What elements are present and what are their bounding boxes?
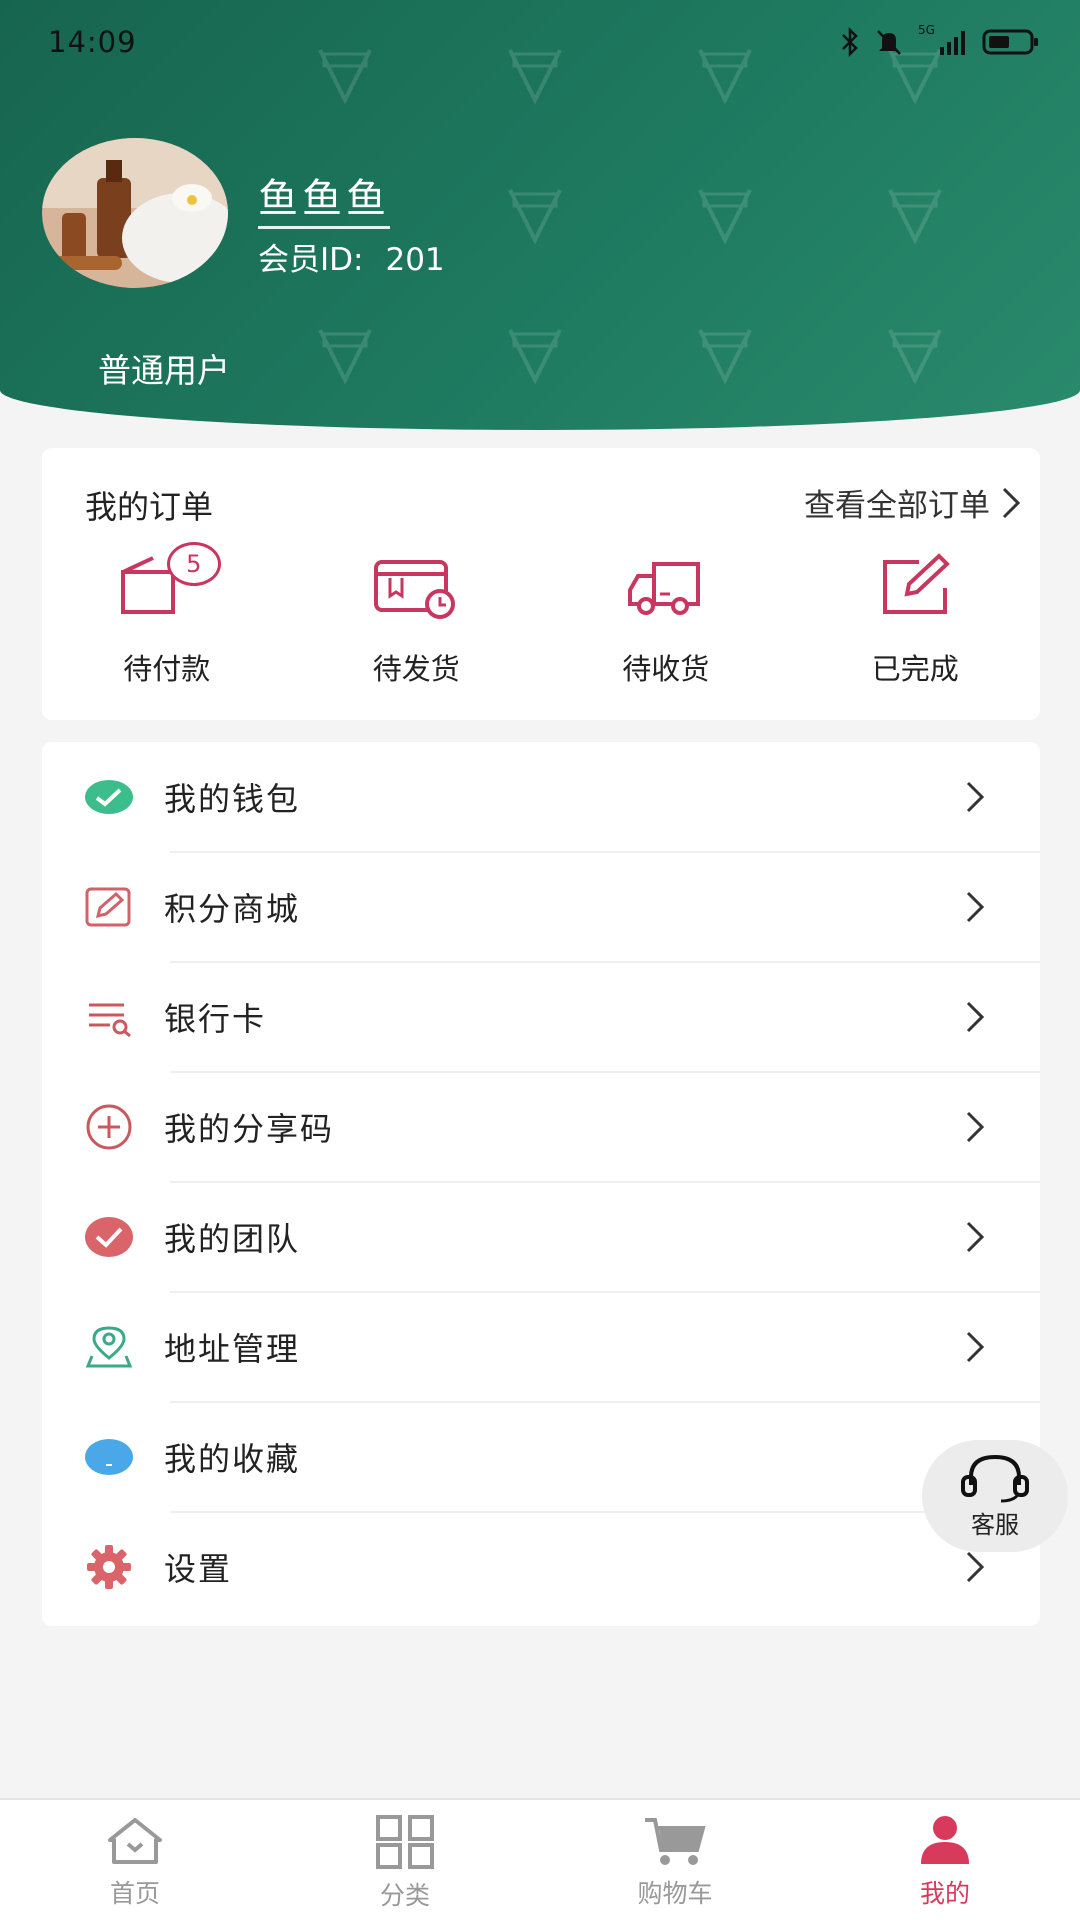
list-search-icon: [89, 1003, 131, 1037]
order-pending-receipt-label: 待收货: [622, 652, 710, 686]
order-pending-receipt[interactable]: 待收货: [541, 548, 791, 688]
pending-payment-badge: 5: [166, 542, 221, 586]
menu-item-label: 设置: [164, 1550, 233, 1588]
chevron-right-icon: [966, 1551, 985, 1583]
menu-item-label: 我的分享码: [164, 1110, 335, 1148]
orders-card: 我的订单 查看全部订单 5 待付款 待发货 待收货 已完成: [42, 448, 1040, 720]
tab-label: 我的: [919, 1879, 970, 1908]
order-completed-label: 已完成: [871, 652, 959, 686]
package-clock-icon: [374, 560, 456, 619]
grid-icon: [376, 1815, 434, 1869]
menu-item-settings[interactable]: 设置: [42, 1512, 1040, 1622]
menu-item-label: 地址管理: [164, 1330, 301, 1368]
member-id-label: 会员ID:: [258, 242, 364, 278]
chevron-right-icon: [966, 1221, 985, 1253]
member-id-row: 会员ID: 201: [258, 234, 445, 279]
headset-icon: [961, 1454, 1029, 1502]
order-pending-shipment[interactable]: 待发货: [292, 548, 542, 688]
person-icon: [921, 1816, 969, 1864]
menu-item-points-mall[interactable]: 积分商城: [42, 852, 1040, 962]
wallet-green-icon: [85, 780, 133, 814]
tab-home[interactable]: 首页: [0, 1800, 270, 1922]
battery-icon: [982, 29, 1038, 55]
menu-item-wallet[interactable]: 我的钱包: [42, 742, 1040, 852]
status-bar: 14:09 5G: [48, 22, 1040, 62]
plus-circle-icon: [86, 1104, 132, 1150]
chevron-right-icon: [1002, 487, 1021, 518]
menu-item-label: 银行卡: [164, 1000, 267, 1038]
bluetooth-icon: [842, 27, 858, 57]
tab-label: 购物车: [637, 1879, 713, 1908]
watermark-logo-icon: [508, 329, 562, 385]
watermark-logo-icon: [508, 189, 562, 245]
chevron-right-icon: [966, 891, 985, 923]
home-icon: [108, 1818, 162, 1864]
menu-item-favorites[interactable]: 我的收藏: [42, 1402, 1040, 1512]
avatar[interactable]: [42, 138, 228, 288]
pencil-square-icon: [85, 887, 131, 927]
watermark-logo-icon: [888, 329, 942, 385]
favorite-blob-icon: [85, 1439, 133, 1475]
watermark-logo-icon: [698, 329, 752, 385]
view-all-orders-label: 查看全部订单: [804, 488, 990, 524]
tab-mine[interactable]: 我的: [810, 1800, 1080, 1922]
mute-bell-icon: [877, 30, 901, 55]
cart-icon: [645, 1818, 706, 1865]
menu-item-bank-card[interactable]: 银行卡: [42, 962, 1040, 1072]
order-pending-shipment-label: 待发货: [372, 652, 460, 686]
watermark-logo-icon: [318, 329, 372, 385]
bottom-nav: 首页 分类 购物车 我的: [0, 1798, 1080, 1922]
member-id-value: 201: [385, 242, 445, 278]
chevron-right-icon: [966, 1001, 985, 1033]
customer-service-label: 客服: [971, 1510, 1019, 1539]
tab-label: 分类: [379, 1881, 430, 1910]
chevron-right-icon: [966, 1111, 985, 1143]
tab-cart[interactable]: 购物车: [540, 1800, 810, 1922]
menu-item-label: 我的团队: [164, 1220, 301, 1258]
gear-icon: [87, 1545, 131, 1589]
user-level-label: 普通用户: [98, 351, 230, 390]
chevron-right-icon: [966, 1331, 985, 1363]
watermark-logo-icon: [888, 189, 942, 245]
order-pending-payment[interactable]: 5 待付款: [42, 542, 292, 688]
menu-item-team[interactable]: 我的团队: [42, 1182, 1040, 1292]
orders-title: 我的订单: [85, 488, 214, 526]
edit-check-icon: [883, 553, 951, 614]
view-all-orders-link[interactable]: 查看全部订单: [804, 480, 1022, 525]
check-circle-icon: [85, 1217, 133, 1257]
truck-icon: [627, 562, 700, 615]
chevron-right-icon: [966, 781, 985, 813]
profile-header: 14:09 5G 鱼鱼鱼 会员ID: 201 普通用户: [0, 0, 1080, 430]
location-icon: [85, 1326, 133, 1368]
menu-item-share-code[interactable]: 我的分享码: [42, 1072, 1040, 1182]
status-time: 14:09: [48, 25, 137, 59]
menu-item-label: 积分商城: [164, 890, 301, 928]
menu-item-label: 我的收藏: [164, 1440, 301, 1478]
order-completed[interactable]: 已完成: [791, 548, 1041, 688]
menu-list: 我的钱包 积分商城 银行卡 我的分享码 我的团队 地址管理 我的收藏 设置: [42, 742, 1040, 1626]
menu-item-address[interactable]: 地址管理: [42, 1292, 1040, 1402]
signal-icon: 5G: [918, 23, 968, 57]
watermark-logo-icon: [698, 189, 752, 245]
tab-label: 首页: [109, 1879, 160, 1908]
tab-category[interactable]: 分类: [270, 1800, 540, 1922]
customer-service-button[interactable]: 客服: [922, 1440, 1068, 1552]
menu-item-label: 我的钱包: [164, 780, 301, 818]
order-pending-payment-label: 待付款: [123, 652, 211, 686]
username[interactable]: 鱼鱼鱼: [258, 166, 390, 229]
